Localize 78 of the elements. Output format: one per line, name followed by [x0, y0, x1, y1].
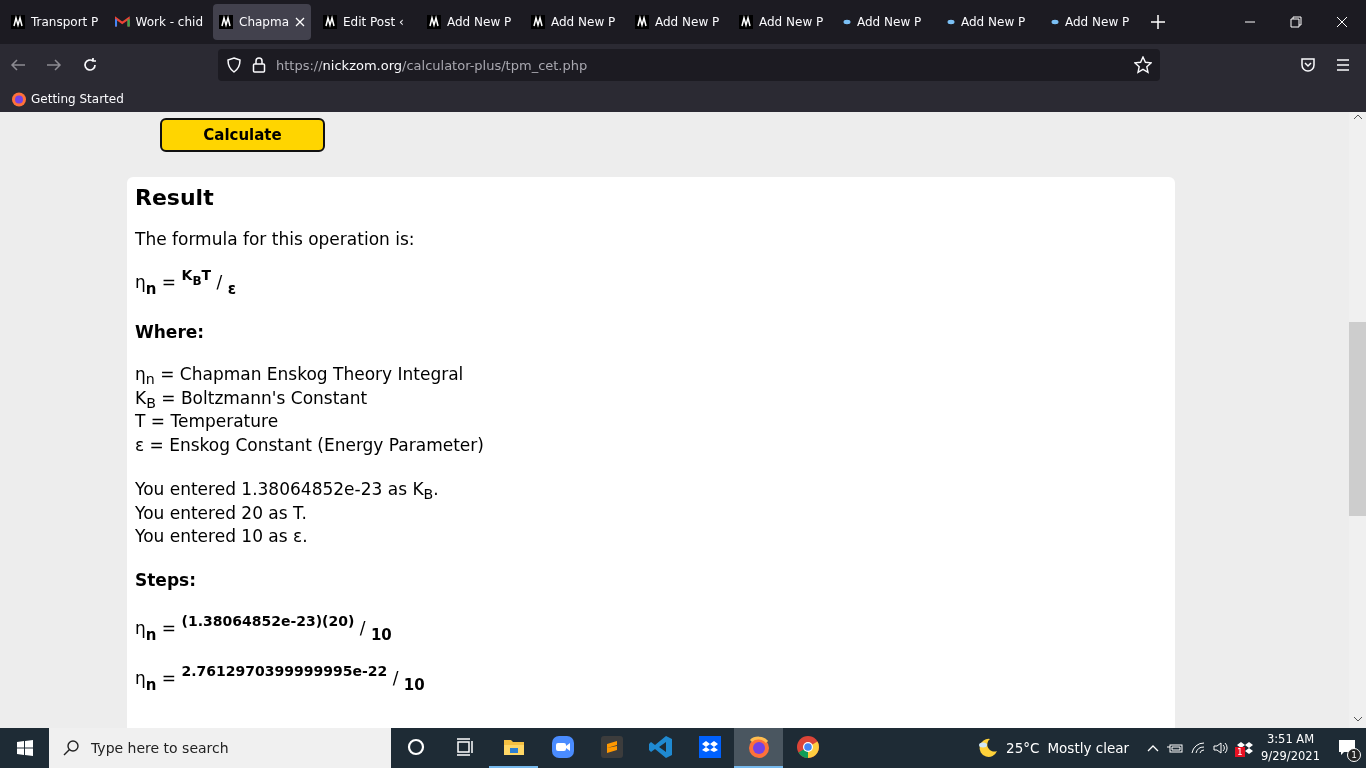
close-icon[interactable] [1336, 16, 1348, 28]
site-logo-icon [635, 15, 649, 29]
search-placeholder: Type here to search [91, 740, 229, 756]
folder-icon[interactable] [502, 738, 525, 756]
site-logo-icon [323, 15, 337, 29]
browser-tab[interactable]: Edit Post ‹ [317, 4, 417, 40]
formula: η$_{n}$ = $^{2.7612970399999995e-22}$ / $_{10}$ [135, 667, 426, 688]
dot-icon [843, 19, 851, 25]
browser-tab[interactable]: Add New P [421, 4, 521, 40]
scrollbar-thumb[interactable] [1349, 322, 1366, 516]
new-tab-icon[interactable] [1151, 15, 1165, 29]
sublime-logo-icon[interactable] [600, 736, 623, 758]
address-bar[interactable]: https://nickzom.org/calculator-plus/tpm_cet.php [218, 49, 1160, 81]
wifi-icon[interactable] [1191, 742, 1206, 754]
chevron-up-icon[interactable] [1147, 744, 1160, 752]
url-text: https://nickzom.org/calculator-plus/tpm_cet.php [276, 57, 588, 73]
code-editor-icon[interactable] [648, 735, 673, 759]
browser-tab[interactable]: Add New P [629, 4, 729, 40]
entered-value-line: You entered 20 as T. [135, 501, 308, 525]
dropbox-icon[interactable] [698, 736, 721, 758]
pocket-icon[interactable] [1300, 57, 1316, 73]
browser-tab[interactable]: Add New P [1045, 4, 1145, 40]
shield-icon [226, 57, 242, 73]
browser-tab[interactable]: Add New P [941, 4, 1041, 40]
lock-icon [252, 57, 266, 73]
task-view-icon[interactable] [455, 738, 474, 756]
browser-tab[interactable]: Transport P [5, 4, 105, 40]
weather-temperature: 25°C [1006, 740, 1040, 756]
bookmark-link[interactable]: Getting Started [11, 91, 124, 107]
site-logo-icon [11, 15, 25, 29]
browser-icon [11, 91, 27, 107]
browser-tab[interactable]: Work - chid [109, 4, 209, 40]
mail-icon [115, 16, 130, 28]
video-camera-icon[interactable] [551, 736, 574, 758]
moon-icon [976, 737, 999, 759]
definition-line: K$_{B}$ = Boltzmann's Constant [135, 386, 369, 410]
forward-arrow-icon[interactable] [46, 57, 62, 73]
definition-line: ε = Enskog Constant (Energy Parameter) [135, 433, 485, 457]
circle-icon[interactable] [406, 738, 425, 756]
speaker-icon[interactable] [1213, 741, 1230, 755]
notification-count: 1 [1347, 748, 1361, 762]
close-icon[interactable] [295, 17, 305, 27]
weather-condition: Mostly clear [1047, 740, 1130, 756]
dropbox-badge: 1 [1235, 747, 1245, 757]
taskbar-search-field[interactable]: Type here to search [49, 728, 391, 768]
browser-tab[interactable]: Add New P [525, 4, 625, 40]
taskbar-clock[interactable]: 3:51 AM 9/29/2021 [1261, 731, 1320, 765]
site-logo-icon [219, 15, 233, 29]
restore-icon[interactable] [1290, 16, 1302, 28]
dot-icon [1051, 19, 1059, 25]
formula-intro: The formula for this operation is: [135, 228, 416, 251]
battery-icon[interactable] [1167, 742, 1184, 754]
site-logo-icon [739, 15, 753, 29]
where-label: Where: [135, 322, 206, 342]
windows-start-icon[interactable] [16, 740, 33, 756]
browser-icon[interactable] [746, 735, 771, 759]
entered-value-line: You entered 1.38064852e-23 as K$_{B}$. [135, 478, 440, 502]
menu-icon[interactable] [1336, 59, 1350, 71]
reload-icon[interactable] [82, 57, 98, 73]
scroll-up-icon[interactable] [1352, 112, 1363, 122]
browser-tab[interactable]: Add New P [733, 4, 833, 40]
definition-line: η$_{n}$ = Chapman Enskog Theory Integral [135, 363, 465, 387]
chrome-icon[interactable] [795, 735, 820, 759]
entered-value-line: You entered 10 as ε. [135, 525, 309, 548]
browser-tab[interactable]: Add New P [837, 4, 937, 40]
browser-tab[interactable]: Chapma [213, 4, 311, 40]
back-arrow-icon[interactable] [10, 57, 26, 73]
steps-label: Steps: [135, 569, 197, 590]
calculate-button[interactable]: Calculate [160, 118, 325, 152]
dot-icon [947, 19, 955, 25]
scroll-down-icon[interactable] [1352, 714, 1363, 724]
search-icon [63, 740, 79, 756]
site-logo-icon [427, 15, 441, 29]
formula: η$_{n}$ = $^{(1.38064852e-23)(20)}$ / $_{10}$ [135, 617, 393, 638]
star-icon[interactable] [1134, 56, 1152, 74]
definition-line: T = Temperature [135, 410, 280, 433]
result-heading: Result [135, 185, 215, 210]
site-logo-icon [531, 15, 545, 29]
